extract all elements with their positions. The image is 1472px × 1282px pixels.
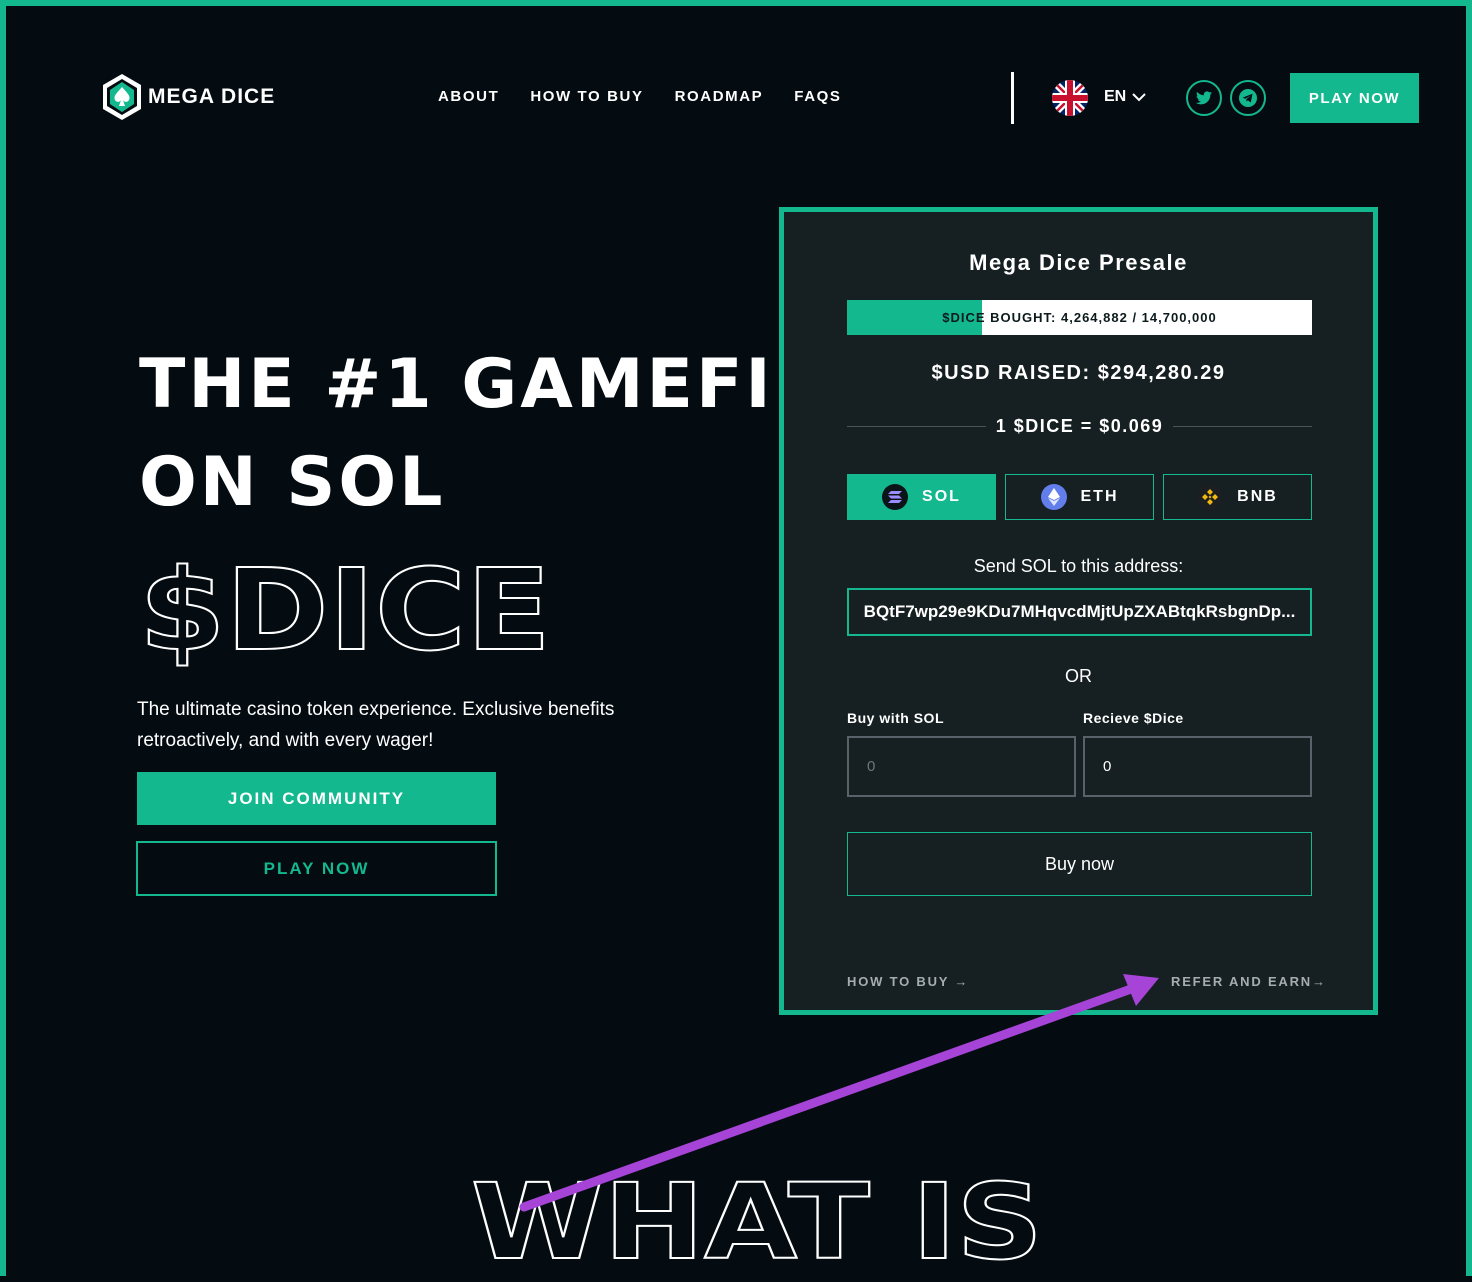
buy-with-sol-label: Buy with SOL [847,710,944,726]
twitter-button[interactable] [1186,80,1222,116]
bnb-icon [1197,484,1224,510]
nav-roadmap[interactable]: ROADMAP [675,88,764,105]
telegram-icon [1239,89,1257,107]
telegram-button[interactable] [1230,80,1266,116]
play-now-header-button[interactable]: PLAY NOW [1290,73,1419,123]
solana-icon [882,484,909,510]
logo-icon [103,74,141,120]
send-address-label: Send SOL to this address: [973,556,1184,576]
hero-title-line-1: THE #1 GAMEFI [139,345,774,424]
usd-raised: $USD RAISED: $294,280.29 [931,362,1226,384]
token-outline-heading: $DICE [139,545,552,674]
join-community-button[interactable]: JOIN COMMUNITY [137,772,496,825]
main-nav: ABOUT HOW TO BUY ROADMAP FAQS [438,88,842,105]
how-to-buy-link[interactable]: HOW TO BUY → [847,974,969,989]
currency-tabs: SOL ETH BNB [847,474,1312,520]
nav-about[interactable]: ABOUT [438,88,499,105]
tab-eth[interactable]: ETH [1005,474,1154,520]
tab-eth-label: ETH [1080,488,1119,505]
language-label: EN [1104,88,1127,105]
twitter-icon [1196,91,1212,105]
receive-amount-input[interactable] [1083,736,1312,797]
hero-title: THE #1 GAMEFI ON SOL [139,336,774,532]
presale-progress-bar: $DICE BOUGHT: 4,264,882 / 14,700,000 [847,300,1312,335]
uk-flag-icon[interactable] [1052,80,1088,116]
ethereum-icon [1040,484,1067,510]
tab-bnb-label: BNB [1237,488,1278,505]
logo-text: MEGA DICE [148,85,276,108]
receive-dice-label: Recieve $Dice [1083,710,1184,726]
hero-description: The ultimate casino token experience. Ex… [137,699,615,751]
play-now-hero-button[interactable]: PLAY NOW [136,841,497,896]
price-rate: 1 $DICE = $0.069 [995,416,1164,436]
progress-text: $DICE BOUGHT: 4,264,882 / 14,700,000 [942,310,1217,325]
tab-sol[interactable]: SOL [847,474,996,520]
language-selector[interactable]: EN [1104,88,1146,106]
nav-faqs[interactable]: FAQS [794,88,841,105]
page-frame: MEGA DICE ABOUT HOW TO BUY ROADMAP FAQS … [0,0,1472,1282]
rate-divider-left [847,426,986,427]
presale-title: Mega Dice Presale [969,250,1188,275]
presale-card: Mega Dice Presale $DICE BOUGHT: 4,264,88… [779,207,1378,1015]
wallet-address[interactable]: BQtF7wp29e9KDu7MHqvcdMjtUpZXABtqkRsbgnDp… [847,588,1312,636]
tab-sol-label: SOL [922,488,961,505]
nav-how-to-buy[interactable]: HOW TO BUY [530,88,643,105]
what-is-heading: WHAT IS [471,1160,1044,1282]
refer-and-earn-link[interactable]: REFER AND EARN→ [1171,974,1327,989]
token-outline-text: $DICE [139,546,551,674]
chevron-down-icon [1132,93,1146,102]
hero-title-line-2: ON SOL [139,443,446,522]
what-is-text: WHAT IS [471,1161,1043,1282]
logo[interactable]: MEGA DICE [100,72,275,122]
rate-divider-right [1173,426,1313,427]
or-separator: OR [1065,666,1092,686]
buy-amount-input[interactable] [847,736,1076,797]
tab-bnb[interactable]: BNB [1163,474,1312,520]
header-divider [1011,72,1014,124]
buy-now-button[interactable]: Buy now [847,832,1312,896]
price-rate-row: 1 $DICE = $0.069 [847,416,1313,437]
